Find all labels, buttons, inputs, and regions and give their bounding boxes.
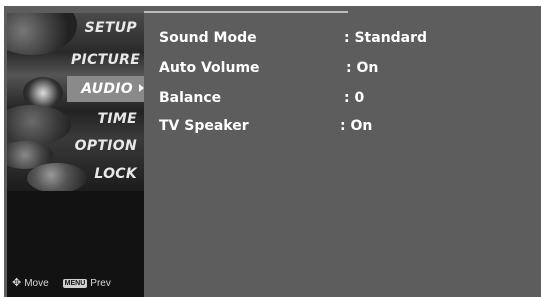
setting-value: : On [346,60,379,76]
setting-label: Auto Volume [159,60,260,76]
satellite-dish-icon [7,13,77,55]
prev-hint: Prev [90,278,111,289]
setting-label: Balance [159,90,222,106]
menu-item-audio[interactable]: AUDIO [67,76,144,102]
setting-value: : Standard [344,30,428,46]
four-way-arrow-icon: ✥ [12,277,22,289]
footer-hints: ✥ Move MENU Prev [12,277,111,290]
setting-label: Sound Mode [159,30,257,46]
chevron-right-icon [139,84,144,92]
setting-value: : On [340,118,373,134]
setting-label: TV Speaker [159,118,249,134]
menu-item-setup[interactable]: SETUP [71,15,137,41]
menu-item-option[interactable]: OPTION [71,133,137,159]
clock-icon [7,105,71,145]
divider [144,11,348,13]
setting-value: : 0 [344,90,365,106]
menu-sidebar: SETUP PICTURE AUDIO TIME OPTION LOCK [7,13,144,297]
menu-key-icon: MENU [62,279,88,288]
menu-item-lock[interactable]: LOCK [71,161,137,187]
menu-item-time[interactable]: TIME [71,106,137,132]
move-hint: Move [24,278,49,289]
menu-item-picture[interactable]: PICTURE [71,47,140,73]
